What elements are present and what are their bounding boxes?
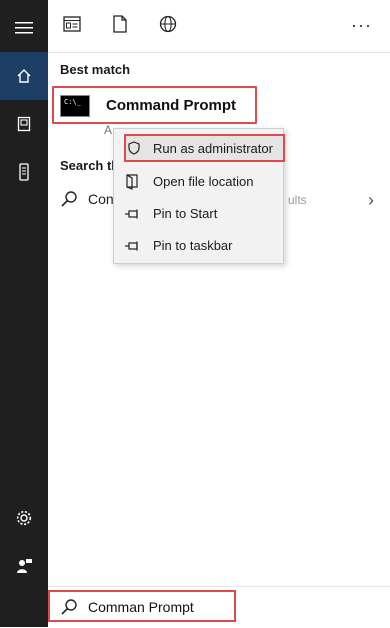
search-icon xyxy=(60,190,78,213)
menu-item-label: Pin to taskbar xyxy=(153,238,233,253)
start-sidebar xyxy=(0,0,48,627)
more-options-button[interactable]: ··· xyxy=(351,16,372,34)
user-feedback-icon xyxy=(15,557,33,575)
search-input-value: Comman Prompt xyxy=(88,599,194,615)
menu-item-label: Pin to Start xyxy=(153,206,218,221)
documents-button[interactable] xyxy=(0,100,48,148)
document-icon xyxy=(113,14,127,38)
hamburger-menu-button[interactable] xyxy=(0,4,48,52)
search-input[interactable]: Comman Prompt xyxy=(48,590,236,622)
best-match-result[interactable]: C:\_ Command Prompt xyxy=(52,86,257,124)
filter-toolbar: ··· xyxy=(48,0,390,53)
settings-gear-icon xyxy=(15,509,33,527)
user-feedback-button[interactable] xyxy=(0,542,48,590)
menu-item-label: Run as administrator xyxy=(153,141,273,156)
best-match-heading: Best match xyxy=(60,62,131,77)
tab-documents[interactable] xyxy=(108,14,132,38)
search-icon xyxy=(60,598,78,621)
best-match-title: Command Prompt xyxy=(106,97,237,114)
command-prompt-icon: C:\_ xyxy=(60,95,90,117)
web-globe-icon xyxy=(159,15,177,38)
device-button[interactable] xyxy=(0,148,48,196)
tab-web[interactable] xyxy=(156,14,180,38)
menu-item-label: Open file location xyxy=(153,174,254,189)
menu-item-open-file-location[interactable]: Open file location xyxy=(114,167,283,197)
settings-button[interactable] xyxy=(0,494,48,542)
pin-icon xyxy=(124,206,140,222)
best-match-subtitle: A xyxy=(104,123,113,137)
menu-item-pin-to-taskbar[interactable]: Pin to taskbar xyxy=(114,231,283,261)
pin-taskbar-icon xyxy=(124,238,140,254)
shield-icon xyxy=(126,140,142,156)
tab-apps[interactable] xyxy=(60,14,84,38)
apps-icon xyxy=(63,15,81,37)
menu-item-pin-to-start[interactable]: Pin to Start xyxy=(114,199,283,229)
web-search-suffix: ults xyxy=(288,193,307,207)
search-web-heading: Search th xyxy=(60,158,120,173)
documents-icon xyxy=(16,116,32,132)
home-button[interactable] xyxy=(0,52,48,100)
hamburger-menu-icon xyxy=(15,21,33,35)
chevron-right-icon[interactable]: › xyxy=(368,190,374,211)
context-menu: Run as administrator Open file location … xyxy=(113,128,285,264)
device-icon xyxy=(18,163,30,181)
search-results-panel: ··· Best match C:\_ Command Prompt A Sea… xyxy=(48,0,390,627)
web-search-text: Con xyxy=(88,191,114,207)
open-folder-icon xyxy=(124,174,140,190)
home-icon xyxy=(16,68,32,84)
menu-item-run-as-administrator[interactable]: Run as administrator xyxy=(124,134,285,162)
